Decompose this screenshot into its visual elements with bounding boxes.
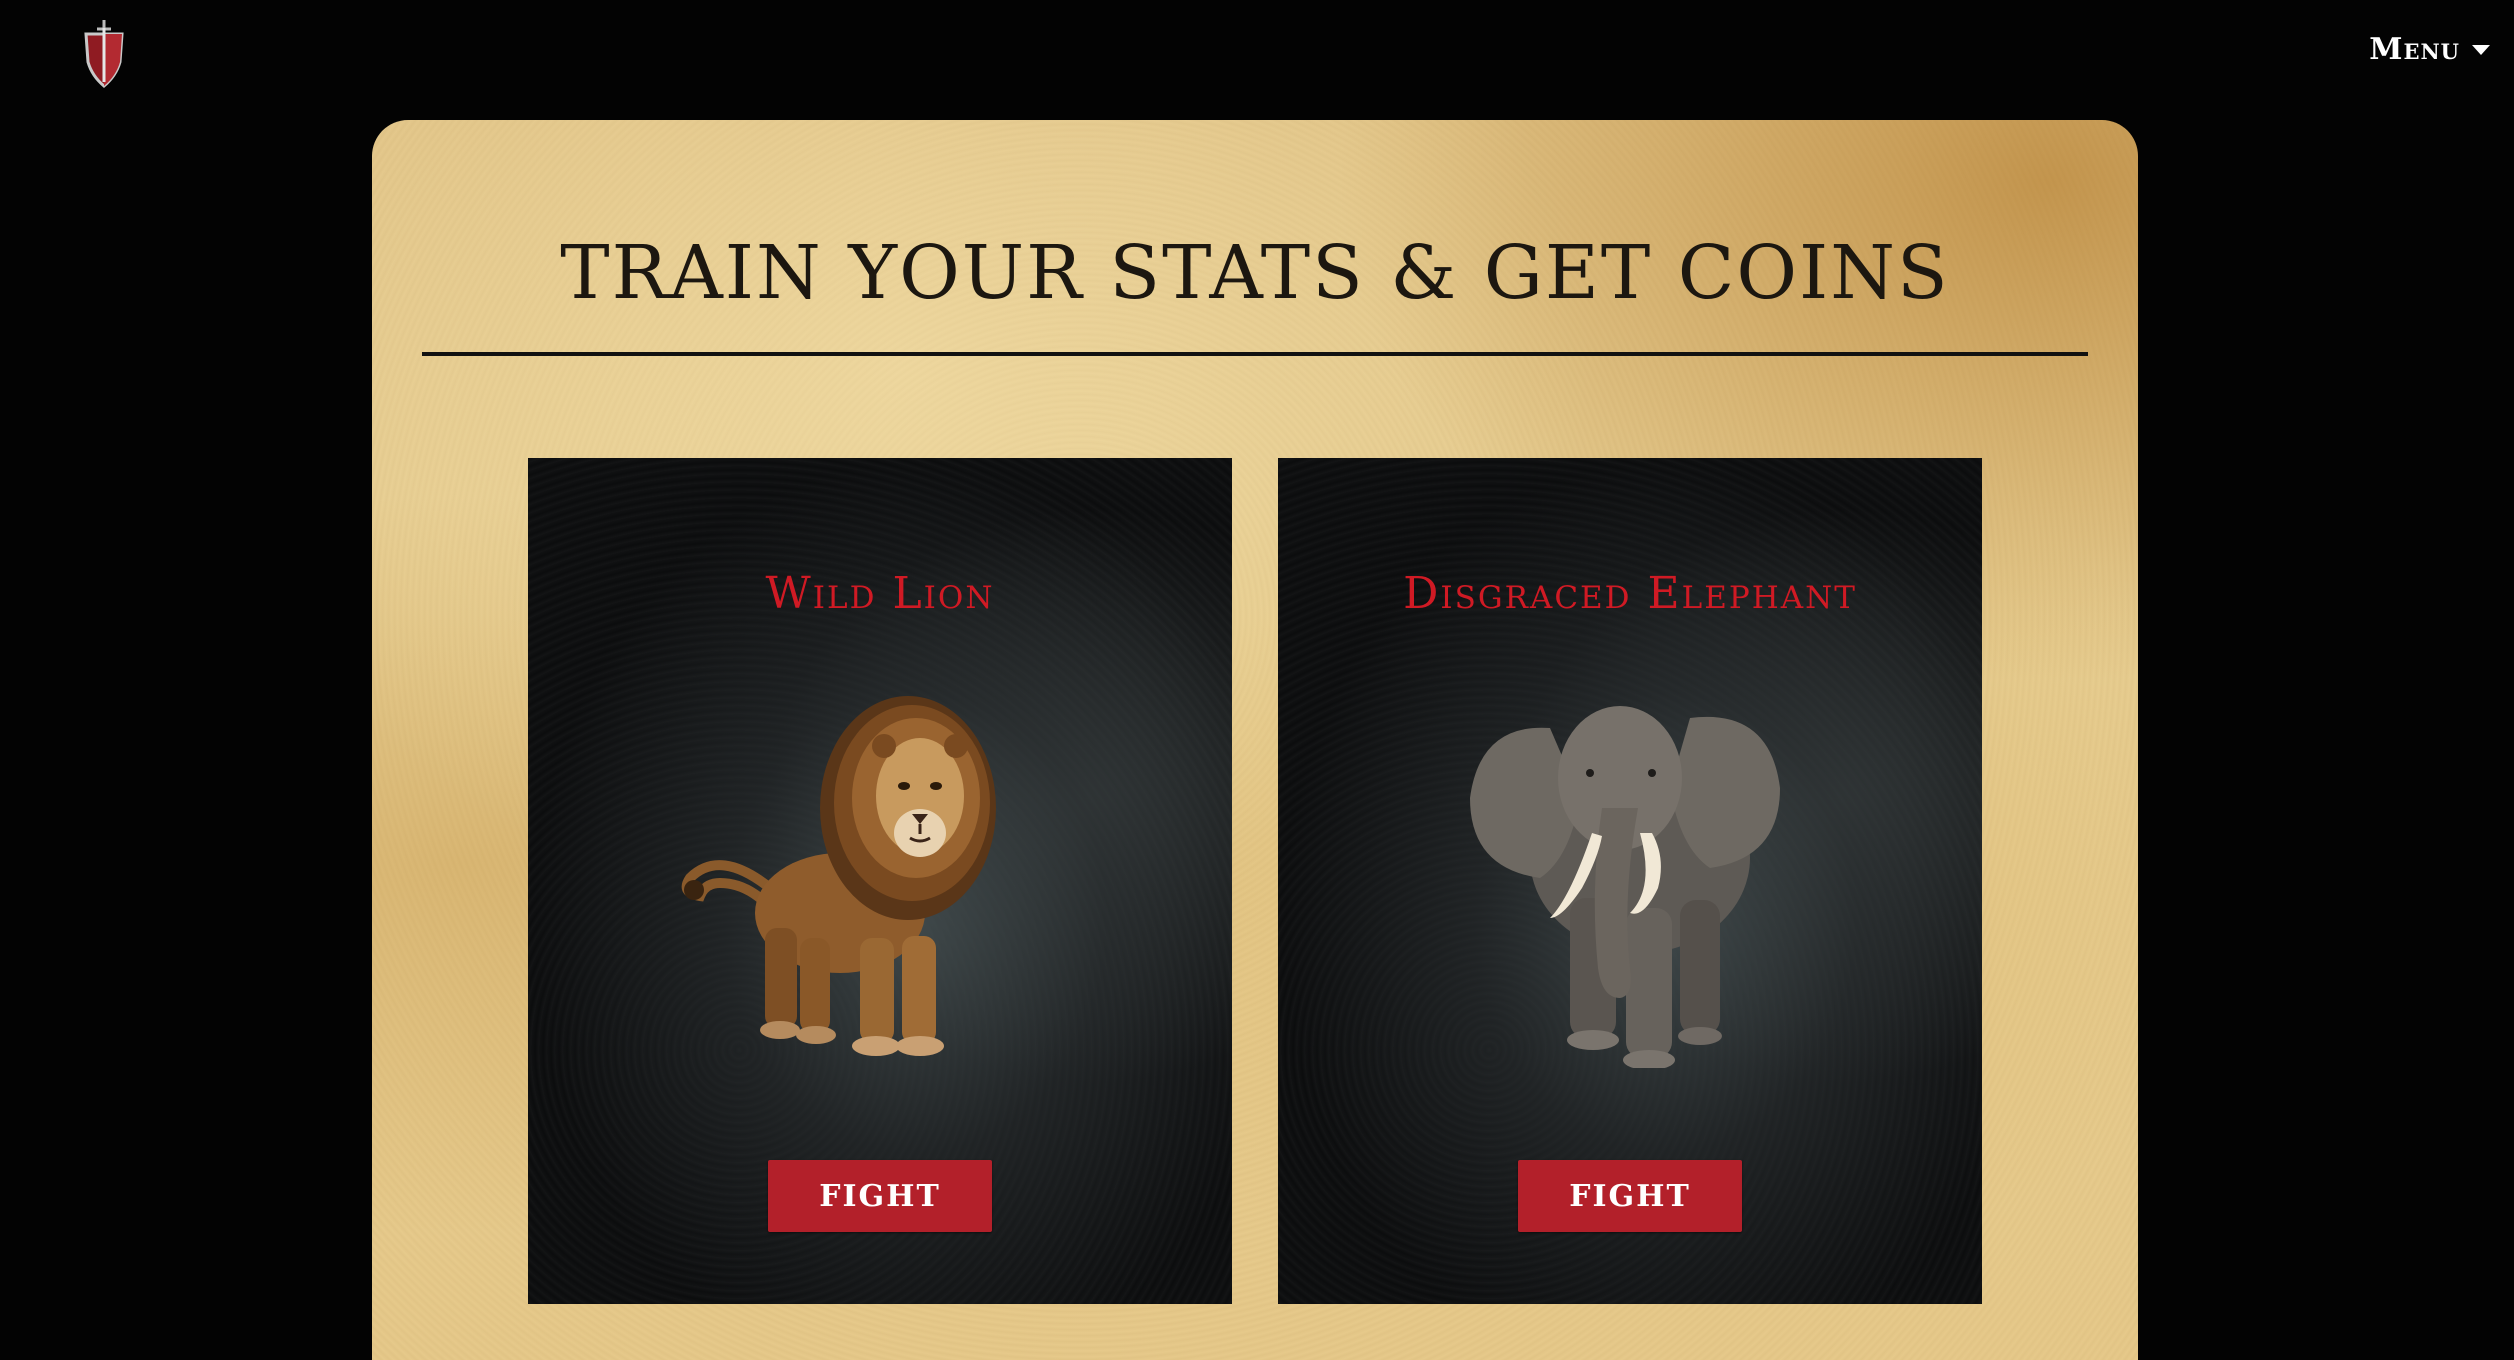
top-navbar: Menu: [0, 0, 2514, 110]
caret-down-icon: [2472, 44, 2490, 55]
title-divider: [422, 352, 2088, 356]
elephant-icon: [1430, 668, 1830, 1070]
opponent-card-disgraced-elephant: Disgraced Elephant FIGHT: [1278, 458, 1982, 1304]
parchment-panel: TRAIN YOUR STATS & GET COINS Wild Lion F…: [372, 120, 2138, 1360]
fight-button[interactable]: FIGHT: [1518, 1160, 1742, 1232]
menu-button[interactable]: Menu: [2369, 32, 2490, 67]
lion-icon: [680, 668, 1080, 1068]
menu-label: Menu: [2369, 32, 2460, 67]
page-title: TRAIN YOUR STATS & GET COINS: [560, 230, 1950, 316]
fight-button[interactable]: FIGHT: [768, 1160, 992, 1232]
opponent-name: Disgraced Elephant: [1403, 568, 1857, 619]
shield-sword-icon[interactable]: [80, 18, 128, 90]
opponent-name: Wild Lion: [765, 568, 995, 619]
opponent-card-wild-lion: Wild Lion FIGHT: [528, 458, 1232, 1304]
